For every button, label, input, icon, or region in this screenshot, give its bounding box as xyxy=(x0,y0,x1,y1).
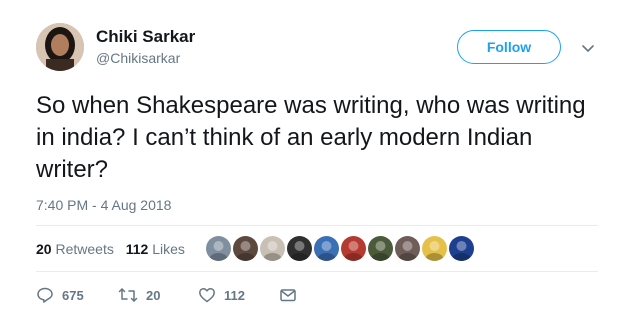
like-count: 112 xyxy=(224,287,245,303)
direct-message-button[interactable] xyxy=(279,286,297,304)
author-handle[interactable]: @Chikisarkar xyxy=(96,50,180,66)
liker-avatar[interactable] xyxy=(341,236,366,261)
retweets-label: Retweets xyxy=(55,241,114,257)
reply-button[interactable]: 675 xyxy=(36,286,84,304)
tweet-text: So when Shakespeare was writing, who was… xyxy=(36,92,586,183)
author-avatar[interactable] xyxy=(36,23,84,71)
like-button[interactable]: 112 xyxy=(198,286,245,304)
author-display-name[interactable]: Chiki Sarkar xyxy=(96,27,195,47)
tweet-timestamp[interactable]: 7:40 PM - 4 Aug 2018 xyxy=(36,197,171,213)
reply-icon xyxy=(36,286,54,304)
retweets-stat[interactable]: 20 Retweets xyxy=(36,241,114,257)
retweets-count: 20 xyxy=(36,241,52,257)
liker-avatar[interactable] xyxy=(449,236,474,261)
reply-count: 675 xyxy=(62,287,84,303)
follow-button[interactable]: Follow xyxy=(457,30,561,64)
liker-avatar[interactable] xyxy=(368,236,393,261)
retweet-button[interactable]: 20 xyxy=(118,286,160,304)
liker-avatar[interactable] xyxy=(287,236,312,261)
divider xyxy=(36,225,598,226)
liker-avatar[interactable] xyxy=(233,236,258,261)
liker-avatar[interactable] xyxy=(206,236,231,261)
retweet-icon xyxy=(118,286,138,304)
likers-avatar-strip xyxy=(206,236,476,262)
tweet-card: Chiki Sarkar @Chikisarkar Follow So when… xyxy=(0,0,633,325)
direct-message-icon xyxy=(279,286,297,304)
chevron-down-icon[interactable] xyxy=(580,40,596,56)
heart-icon xyxy=(198,286,216,304)
likes-count: 112 xyxy=(125,241,149,257)
divider xyxy=(36,271,598,272)
liker-avatar[interactable] xyxy=(422,236,447,261)
engagement-stats: 20 Retweets 112 Likes xyxy=(36,241,193,257)
liker-avatar[interactable] xyxy=(260,236,285,261)
likes-label: Likes xyxy=(152,241,185,257)
retweet-count: 20 xyxy=(146,287,161,303)
likes-stat[interactable]: 112 Likes xyxy=(126,241,185,257)
liker-avatar[interactable] xyxy=(395,236,420,261)
liker-avatar[interactable] xyxy=(314,236,339,261)
